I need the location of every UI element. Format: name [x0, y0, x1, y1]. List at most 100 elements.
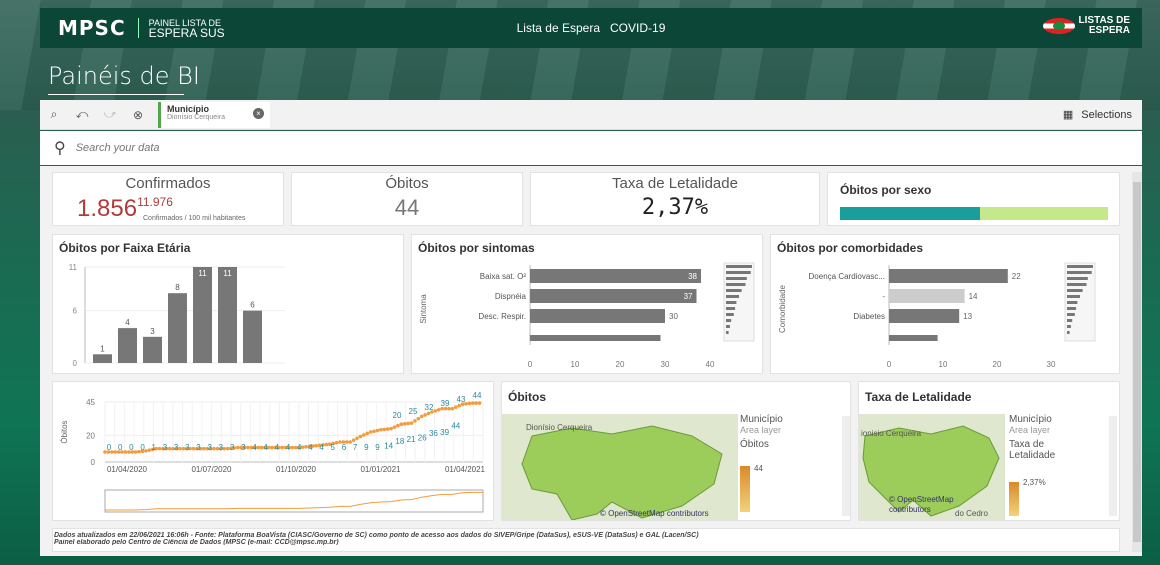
- bar[interactable]: [118, 328, 137, 363]
- minimap-bar[interactable]: [726, 289, 742, 292]
- bar[interactable]: [530, 269, 701, 283]
- nav-covid[interactable]: COVID-19: [610, 21, 665, 35]
- data-point[interactable]: [178, 446, 182, 451]
- map-attribution[interactable]: contributors: [889, 505, 931, 514]
- data-point[interactable]: [358, 434, 363, 439]
- data-point[interactable]: [355, 436, 359, 441]
- data-point[interactable]: [113, 450, 118, 454]
- minimap-bar[interactable]: [1067, 301, 1078, 304]
- map-area[interactable]: Dionísio Cerqueira © OpenStreetMap contr…: [502, 414, 738, 520]
- data-point[interactable]: [270, 445, 274, 450]
- data-point[interactable]: [470, 401, 475, 405]
- data-point[interactable]: [450, 406, 455, 411]
- minimap-bar[interactable]: [1067, 319, 1073, 322]
- data-point[interactable]: [413, 419, 417, 423]
- scrollbar[interactable]: [1132, 172, 1142, 552]
- smart-search-icon[interactable]: ⌕: [40, 101, 68, 129]
- faixa-etaria-chart[interactable]: 0611143811 116: [53, 235, 405, 375]
- minimap-bar[interactable]: [726, 277, 747, 280]
- map-attribution[interactable]: © OpenStreetMap contributors: [600, 509, 709, 518]
- obitos-faixa-etaria-card[interactable]: Óbitos por Faixa Etária 0 6 11 1 4 3 8 11 11 6: [52, 234, 404, 374]
- minimap-bar[interactable]: [726, 295, 739, 298]
- map-legend-scrollbar[interactable]: [842, 416, 850, 516]
- data-point[interactable]: [324, 442, 329, 447]
- map-area[interactable]: ionisio Cerqueira © OpenStreetMap contri…: [859, 414, 1005, 520]
- data-point[interactable]: [477, 401, 482, 405]
- minimap-bar[interactable]: [1067, 277, 1088, 280]
- bar[interactable]: [530, 335, 661, 341]
- minimap-bar[interactable]: [1067, 325, 1071, 328]
- step-forward-icon[interactable]: ⤻: [96, 101, 124, 129]
- data-point[interactable]: [362, 433, 366, 437]
- step-back-icon[interactable]: ⤺: [68, 101, 96, 129]
- bar[interactable]: [143, 336, 162, 363]
- data-point[interactable]: [147, 448, 152, 452]
- data-point[interactable]: [167, 446, 172, 451]
- data-point[interactable]: [419, 414, 424, 419]
- data-point[interactable]: [157, 446, 162, 451]
- kpi-confirmados[interactable]: Confirmados 1.85611.976 Confirmados / 10…: [52, 172, 284, 226]
- data-point[interactable]: [280, 445, 284, 450]
- data-point[interactable]: [290, 445, 295, 450]
- minimap-bar[interactable]: [1067, 283, 1087, 286]
- data-point[interactable]: [467, 401, 472, 406]
- selections-button[interactable]: ▦ Selections: [1063, 108, 1132, 122]
- minimap-bar[interactable]: [726, 319, 732, 322]
- comorbidades-chart[interactable]: Comorbidade Doença Cardiovasc... 22 - 14 Diab…: [771, 235, 1121, 375]
- obitos-comorbidades-card[interactable]: Óbitos por comorbidades Comorbidade Doenç…: [770, 234, 1120, 374]
- minimap-bar[interactable]: [726, 325, 730, 328]
- bar[interactable]: [168, 293, 187, 363]
- minimap-bar[interactable]: [726, 301, 737, 304]
- bar[interactable]: [530, 309, 665, 323]
- data-point[interactable]: [402, 422, 407, 426]
- data-point[interactable]: [416, 416, 421, 421]
- search-icon[interactable]: ⚲: [54, 138, 66, 158]
- minimap-bar[interactable]: [1067, 307, 1077, 310]
- data-point[interactable]: [123, 450, 128, 454]
- minimap-bar[interactable]: [1067, 313, 1075, 316]
- kpi-letalidade[interactable]: Taxa de Letalidade 2,37%: [530, 172, 820, 226]
- data-point[interactable]: [406, 421, 410, 426]
- data-point[interactable]: [133, 450, 138, 454]
- obitos-sintomas-card[interactable]: Óbitos por sintomas Sintoma Baixa sat. O²…: [411, 234, 763, 374]
- bar[interactable]: [193, 267, 212, 363]
- data-point[interactable]: [314, 443, 318, 448]
- sintomas-chart[interactable]: Sintoma Baixa sat. O² 38 Dispnéia 37 Desc. Re…: [412, 235, 764, 375]
- minimap-bar[interactable]: [1067, 331, 1070, 334]
- sexo-bar-segment[interactable]: [980, 207, 1108, 220]
- data-point[interactable]: [399, 422, 404, 427]
- map-attribution[interactable]: © OpenStreetMap: [889, 495, 954, 504]
- bar[interactable]: [889, 269, 1008, 283]
- data-point[interactable]: [212, 446, 216, 451]
- bar[interactable]: [218, 267, 237, 363]
- minimap-bar[interactable]: [1067, 265, 1093, 268]
- nav-lista-espera[interactable]: Lista de Espera: [517, 21, 600, 35]
- data-point[interactable]: [382, 427, 387, 432]
- minimap-bar[interactable]: [1067, 295, 1080, 298]
- data-point[interactable]: [379, 427, 383, 432]
- obitos-por-sexo-card[interactable]: Óbitos por sexo: [827, 172, 1120, 226]
- minimap-bar[interactable]: [726, 307, 736, 310]
- data-point[interactable]: [436, 407, 441, 412]
- minimap-bar[interactable]: [726, 265, 752, 268]
- minimap-bar[interactable]: [726, 271, 751, 274]
- data-point[interactable]: [201, 446, 206, 451]
- data-point[interactable]: [433, 409, 438, 413]
- data-point[interactable]: [396, 423, 400, 428]
- selection-chip-municipio[interactable]: Município Dionísio Cerqueira ×: [158, 101, 270, 128]
- data-point[interactable]: [474, 401, 478, 405]
- data-point[interactable]: [365, 431, 370, 436]
- clear-selections-icon[interactable]: ⊗: [124, 101, 152, 129]
- bar[interactable]: [530, 289, 697, 303]
- timeline-chart[interactable]: Óbitos0204501/04/2020 01/07/2020 01/10/202…: [53, 382, 495, 522]
- bar[interactable]: [889, 289, 965, 303]
- data-point[interactable]: [389, 426, 393, 431]
- data-point[interactable]: [457, 403, 461, 408]
- obitos-timeline-card[interactable]: Óbitos 0 20 45 01/04/2020 01/07/2020 01/10/202…: [52, 381, 494, 521]
- bar[interactable]: [889, 309, 960, 323]
- data-point[interactable]: [191, 446, 196, 451]
- data-point[interactable]: [385, 427, 390, 431]
- search-input[interactable]: [75, 142, 376, 154]
- minimap-bar[interactable]: [1067, 271, 1092, 274]
- data-point[interactable]: [392, 425, 397, 429]
